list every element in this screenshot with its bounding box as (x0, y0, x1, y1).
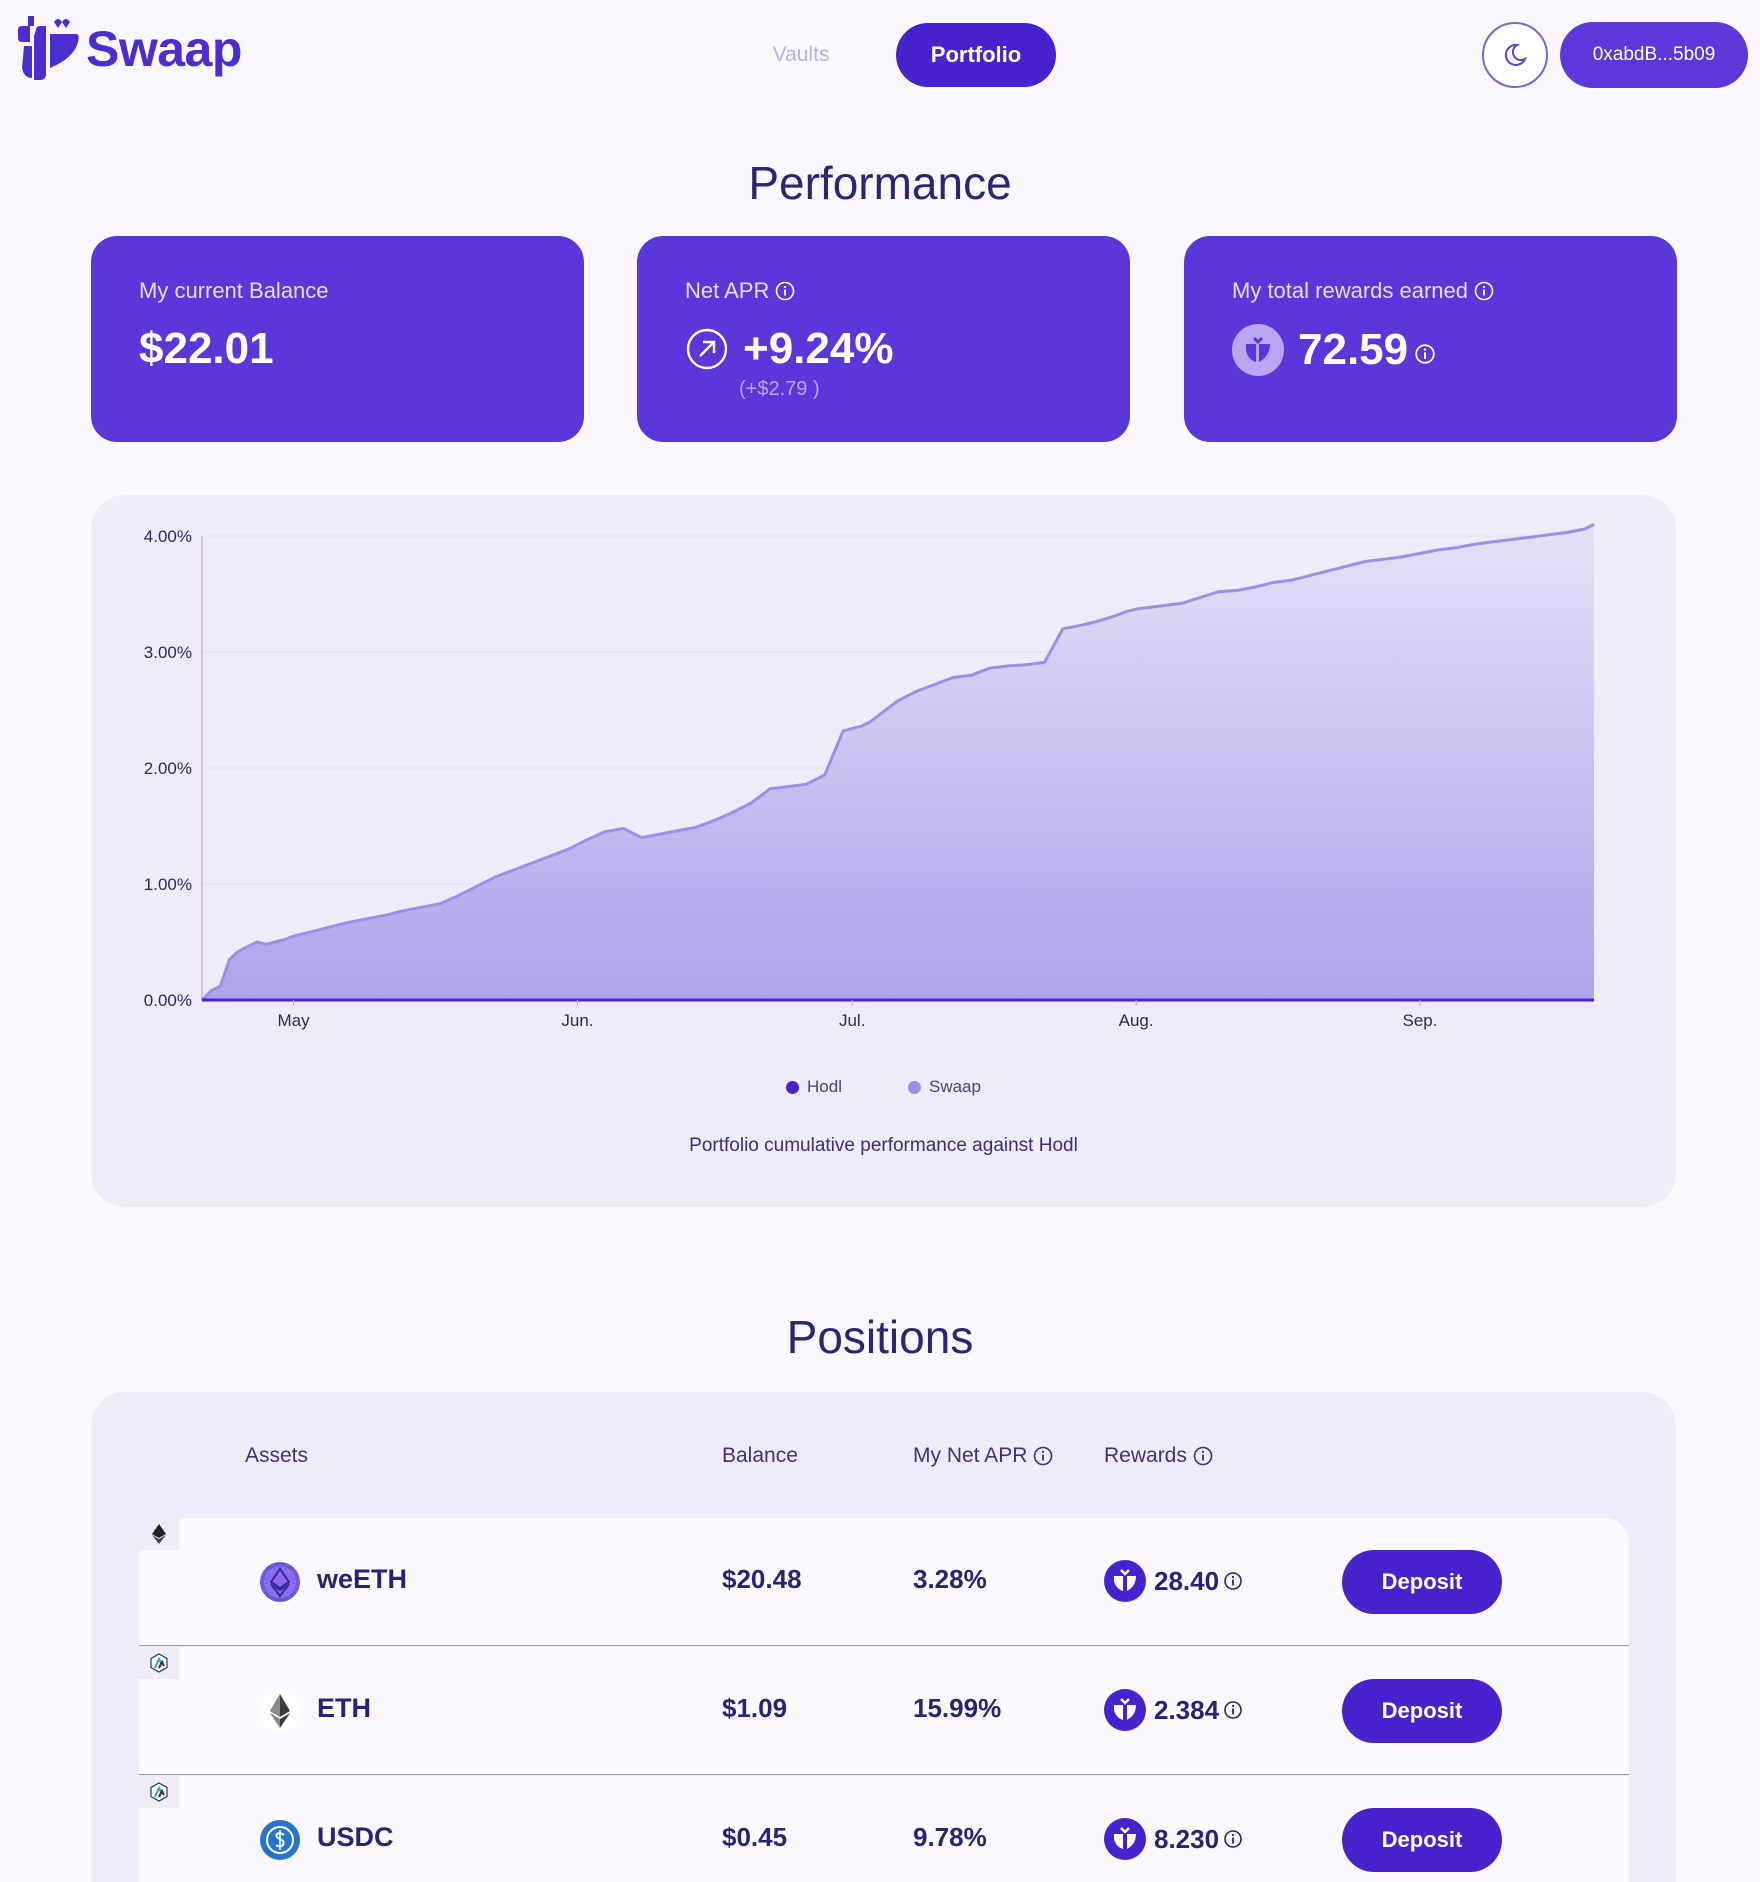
chart-caption: Portfolio cumulative performance against… (689, 1135, 1078, 1156)
asset-name: weETH (317, 1564, 408, 1594)
deposit-button[interactable]: Deposit (1342, 1808, 1502, 1872)
y-tick-label: 0.00% (144, 991, 192, 1010)
deposit-button[interactable]: Deposit (1342, 1679, 1502, 1743)
logo-text: Swaap (86, 21, 242, 77)
net-apr-label-row: Net APR (685, 278, 795, 304)
x-tick-label: Jun. (561, 1011, 593, 1030)
rewards-value: 28.40 (1154, 1565, 1220, 1596)
deposit-button[interactable]: Deposit (1342, 1550, 1502, 1614)
table-row[interactable]: ETH $1.09 15.99% 2.384 Deposit (139, 1647, 1629, 1775)
rewards-label-row: My total rewards earned (1232, 278, 1494, 304)
column-header-net-apr: My Net APR (913, 1444, 1053, 1468)
x-tick-label: Sep. (1403, 1011, 1438, 1030)
x-tick-label: May (278, 1011, 311, 1030)
info-icon[interactable] (775, 281, 795, 301)
y-tick-label: 3.00% (144, 643, 192, 662)
net-apr-value: +9.24% (743, 324, 894, 373)
balance-cell: $20.48 (722, 1564, 802, 1594)
row-divider (139, 1774, 1629, 1775)
info-icon[interactable] (1414, 343, 1436, 365)
rewards-cell: 28.40 (1104, 1560, 1243, 1602)
y-tick-label: 4.00% (144, 527, 192, 546)
swaap-token-icon (1232, 324, 1284, 376)
y-tick-label: 2.00% (144, 759, 192, 778)
weeth-icon (260, 1562, 300, 1602)
balance-card: My current Balance $22.01 (91, 236, 584, 442)
column-header-rewards: Rewards (1104, 1444, 1213, 1468)
table-row[interactable]: USDC $0.45 9.78% 8.230 Deposit (139, 1776, 1629, 1882)
ethereum-chain-icon (152, 1524, 166, 1544)
info-icon[interactable] (1193, 1446, 1213, 1466)
arrow-up-right-icon (686, 328, 728, 370)
info-icon[interactable] (1223, 1829, 1243, 1849)
asset-name: ETH (317, 1693, 371, 1723)
legend-dot-swaap (907, 1080, 921, 1094)
chain-badge (139, 1647, 179, 1679)
info-icon[interactable] (1223, 1700, 1243, 1720)
swaap-token-icon (1104, 1689, 1146, 1731)
column-header-rewards-label: Rewards (1104, 1444, 1187, 1467)
balance-cell: $1.09 (722, 1693, 788, 1723)
performance-title: Performance (748, 157, 1012, 209)
performance-chart: 4.00% 3.00% 2.00% 1.00% 0.00% May Jun. Jul. Aug.… (144, 523, 1595, 1030)
balance-label: My current Balance (139, 278, 329, 303)
positions-title: Positions (786, 1311, 974, 1363)
balance-value: $22.01 (139, 324, 274, 373)
legend-dot-hodl (786, 1080, 800, 1094)
table-row[interactable]: weETH $20.48 3.28% 28.40 Deposit (139, 1518, 1629, 1646)
rewards-value: 2.384 (1154, 1694, 1220, 1725)
arbitrum-chain-icon (150, 1653, 168, 1673)
net-apr-sub-value: (+$2.79 ) (739, 378, 820, 400)
eth-icon (260, 1691, 300, 1731)
positions-table: Assets Balance My Net APR Rewards weETH … (91, 1392, 1676, 1882)
legend-item-hodl[interactable]: Hodl (786, 1077, 842, 1097)
x-tick-label: Jul. (839, 1011, 865, 1030)
nav-tab-portfolio[interactable]: Portfolio (896, 23, 1056, 87)
rewards-value: 72.59 (1298, 325, 1409, 374)
swaap-series-area (202, 524, 1594, 1000)
net-apr-label: Net APR (685, 278, 770, 303)
net-apr-cell: 15.99% (913, 1693, 1002, 1723)
column-header-net-apr-label: My Net APR (913, 1444, 1028, 1467)
swaap-token-icon (1104, 1818, 1146, 1860)
swaap-logo[interactable]: Swaap (18, 14, 242, 84)
info-icon[interactable] (1223, 1571, 1243, 1591)
usdc-icon (260, 1820, 300, 1860)
legend-label-hodl: Hodl (807, 1077, 842, 1096)
column-header-assets: Assets (245, 1444, 309, 1467)
column-header-balance: Balance (722, 1444, 798, 1467)
rewards-cell: 8.230 (1104, 1818, 1243, 1860)
net-apr-cell: 3.28% (913, 1564, 987, 1594)
y-tick-label: 1.00% (144, 875, 192, 894)
swaap-token-icon (1104, 1560, 1146, 1602)
net-apr-value-row: +9.24% (685, 324, 893, 374)
info-icon[interactable] (1474, 281, 1494, 301)
wallet-address-button[interactable]: 0xabdB...5b09 (1560, 22, 1748, 88)
info-icon[interactable] (1033, 1446, 1053, 1466)
nav-tab-vaults[interactable]: Vaults (742, 24, 860, 86)
net-apr-card: Net APR +9.24% (+$2.79 ) (637, 236, 1130, 442)
x-tick-label: Aug. (1119, 1011, 1154, 1030)
top-navigation: Swaap Vaults Portfolio 0xabdB...5b09 (0, 0, 1760, 112)
rewards-value: 8.230 (1154, 1823, 1220, 1854)
performance-chart-panel: 4.00% 3.00% 2.00% 1.00% 0.00% May Jun. Jul. Aug.… (91, 495, 1676, 1207)
legend-label-swaap: Swaap (928, 1077, 981, 1096)
chart-legend: Hodl Swaap (91, 1077, 1676, 1097)
moon-icon (1504, 43, 1528, 66)
rewards-value-row: 72.59 (1232, 324, 1436, 376)
legend-item-swaap[interactable]: Swaap (907, 1077, 981, 1097)
net-apr-cell: 9.78% (913, 1822, 987, 1852)
rewards-label: My total rewards earned (1232, 278, 1468, 303)
swaap-logo-icon (18, 16, 79, 80)
theme-toggle-button[interactable] (1482, 22, 1548, 88)
chain-badge (139, 1518, 179, 1550)
row-divider (139, 1645, 1629, 1646)
chain-badge (139, 1776, 179, 1808)
rewards-card: My total rewards earned 72.59 (1184, 236, 1677, 442)
asset-name: USDC (317, 1822, 394, 1852)
arbitrum-chain-icon (150, 1782, 168, 1802)
balance-cell: $0.45 (722, 1822, 788, 1852)
rewards-cell: 2.384 (1104, 1689, 1243, 1731)
